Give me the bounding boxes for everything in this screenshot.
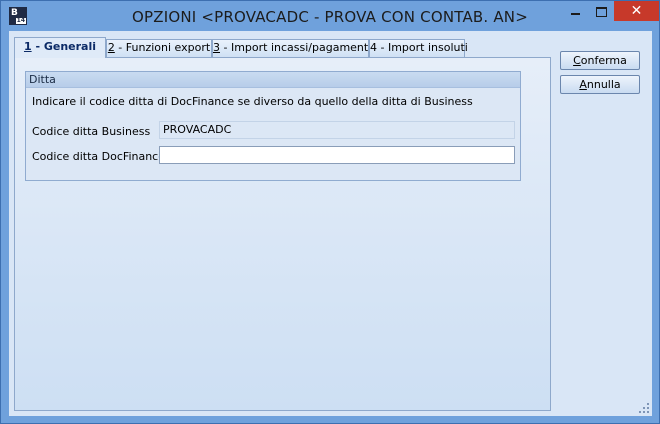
button-hotkey: A (579, 78, 587, 91)
tab-hotkey: 1 (23, 40, 32, 53)
cancel-button[interactable]: Annulla (560, 75, 640, 94)
button-hotkey: C (573, 54, 581, 67)
business-code-field: PROVACADC (159, 121, 515, 139)
window-title: OPZIONI <PROVACADC - PROVA CON CONTAB. A… (131, 8, 528, 26)
tab-hotkey: 3 (213, 41, 220, 54)
tab-generali[interactable]: 1 - Generali (14, 37, 106, 58)
tab-label: - Generali (31, 40, 97, 53)
tab-import-incassi-pagamenti[interactable]: 3 - Import incassi/pagamenti (212, 39, 372, 57)
business-code-label: Codice ditta Business (32, 125, 151, 138)
tab-label: - Funzioni export (114, 41, 211, 54)
close-icon: ✕ (630, 3, 643, 19)
ditta-groupbox: Ditta Indicare il codice ditta di DocFin… (25, 71, 521, 181)
close-button[interactable]: ✕ (614, 1, 659, 21)
maximize-button[interactable] (588, 1, 614, 21)
tab-panel-generali: Ditta Indicare il codice ditta di DocFin… (14, 57, 551, 411)
button-label: nnulla (586, 78, 621, 91)
dialog-client-area: 1 - Generali 2 - Funzioni export 3 - Imp… (9, 31, 652, 416)
docfinance-code-input[interactable] (159, 146, 515, 164)
minimize-icon (571, 13, 580, 15)
info-text: Indicare il codice ditta di DocFinance s… (32, 95, 473, 108)
docfinance-code-label: Codice ditta DocFinance (32, 150, 165, 163)
tab-label: - Import incassi/pagamenti (220, 41, 372, 54)
groupbox-title: Ditta (26, 72, 520, 88)
tab-label: 4 - Import insoluti (370, 41, 468, 54)
tab-hotkey: 2 (107, 41, 115, 54)
confirm-button[interactable]: Conferma (560, 51, 640, 70)
tab-funzioni-export[interactable]: 2 - Funzioni export (106, 39, 212, 57)
tab-import-insoluti[interactable]: 4 - Import insoluti (369, 39, 468, 57)
resize-grip-icon[interactable] (639, 403, 649, 413)
options-window: B 14 OPZIONI <PROVACADC - PROVA CON CONT… (0, 0, 660, 424)
title-bar[interactable]: B 14 OPZIONI <PROVACADC - PROVA CON CONT… (1, 1, 659, 31)
button-label: onferma (580, 54, 627, 67)
minimize-button[interactable] (562, 1, 588, 21)
maximize-icon (596, 7, 607, 17)
